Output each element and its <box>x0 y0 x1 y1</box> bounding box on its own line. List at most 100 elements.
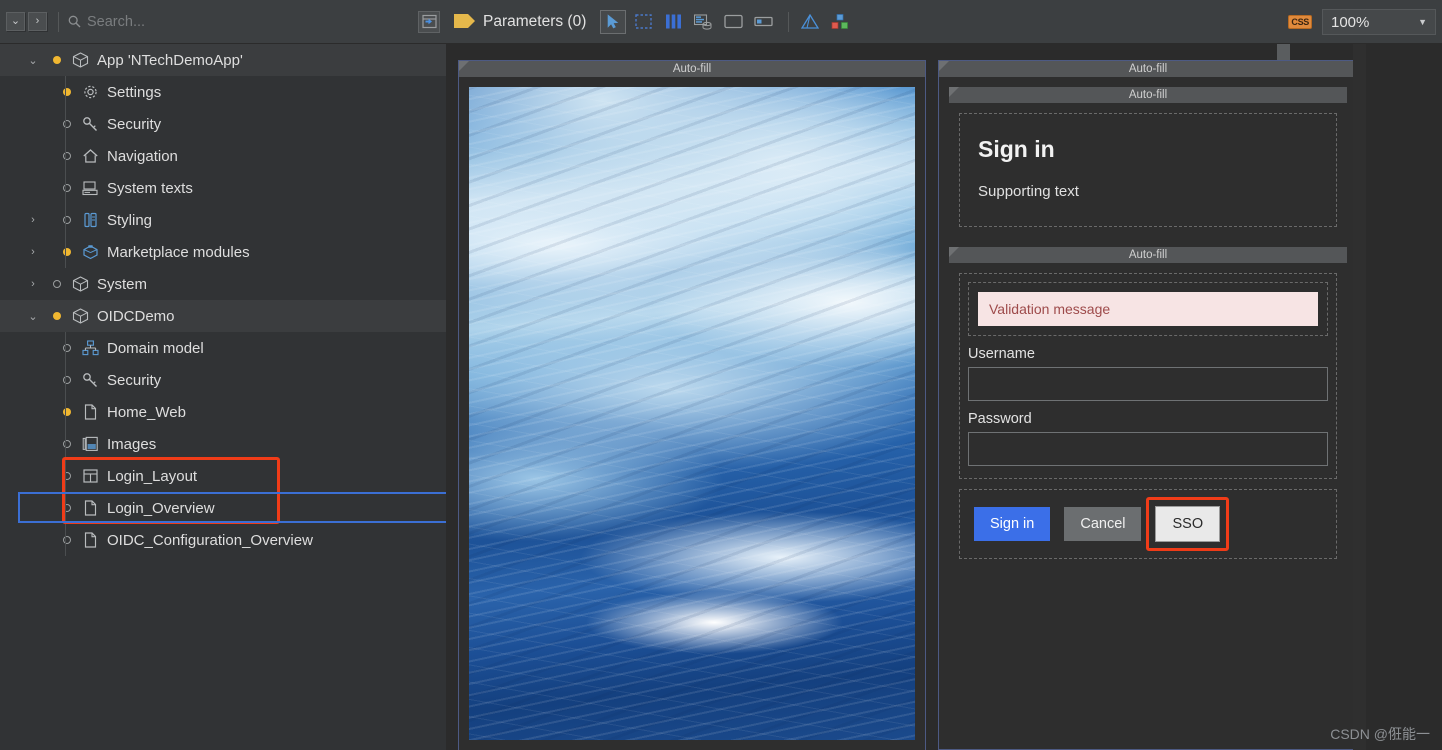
tree-item-domain-model[interactable]: Domain model <box>0 332 446 364</box>
toolbar-divider <box>788 11 790 32</box>
tree-guide-line <box>65 332 66 364</box>
status-dot-unmodified <box>62 343 72 353</box>
project-tree[interactable]: ⌄ App 'NTechDemoApp' Settings Security Navig… <box>0 44 446 750</box>
tree-item-label: Images <box>107 435 157 453</box>
status-dot-modified <box>62 247 72 257</box>
domain-model-icon <box>80 339 100 357</box>
tree-item-system[interactable]: › System <box>0 268 446 300</box>
search-icon <box>67 15 81 29</box>
page-title: Sign in <box>978 136 1055 162</box>
page-icon <box>80 531 100 549</box>
status-dot-unmodified <box>62 151 72 161</box>
tree-item-system-texts[interactable]: System texts <box>0 172 446 204</box>
tree-item-home-web[interactable]: Home_Web <box>0 396 446 428</box>
vertical-scrollbar-thumb[interactable] <box>1277 44 1290 60</box>
button-row: Sign in Cancel SSO <box>959 489 1337 559</box>
data-grid-icon[interactable] <box>690 10 716 34</box>
form-fields-block: Validation message Username Password <box>959 273 1337 479</box>
image-widget-wrapper <box>459 77 925 750</box>
project-explorer-panel: ⌄ › ⌄App 'NTechDemoApp'SettingsSecurityN <box>0 0 446 750</box>
system-texts-icon <box>80 179 100 197</box>
tree-item-marketplace-modules[interactable]: › Marketplace modules <box>0 236 446 268</box>
tree-item-label: Login_Layout <box>107 467 198 485</box>
tree-item-login-overview[interactable]: Login_Overview <box>0 492 446 524</box>
tree-guide-line <box>65 140 66 172</box>
page-icon <box>80 499 100 517</box>
cancel-button[interactable]: Cancel <box>1064 507 1142 541</box>
form-pane-body: Validation message Username Password <box>949 263 1347 489</box>
tree-guide-line <box>65 396 66 428</box>
autofill-label-bar: Auto-fill <box>949 87 1347 103</box>
sso-button[interactable]: SSO <box>1155 506 1221 542</box>
tree-item-images[interactable]: Images <box>0 428 446 460</box>
status-dot-unmodified <box>52 279 62 289</box>
tree-guide-line <box>65 428 66 460</box>
collapse-all-button[interactable]: ⌄ <box>6 12 25 31</box>
tree-item-label: Login_Overview <box>107 499 215 517</box>
home-icon <box>80 147 100 165</box>
layout-icon <box>80 467 100 485</box>
package-icon <box>70 51 90 69</box>
tree-item-styling[interactable]: › Styling <box>0 204 446 236</box>
css-badge[interactable]: CSS <box>1288 15 1312 29</box>
marquee-select-icon[interactable] <box>630 10 656 34</box>
editor-toolbar: Parameters (0) CSS 100% ▼ <box>446 0 1442 44</box>
modules-icon[interactable] <box>827 10 853 34</box>
chevron-right-icon[interactable]: › <box>26 278 40 290</box>
vertical-scrollbar-track[interactable] <box>1277 44 1366 750</box>
page-canvas[interactable]: Auto-fill Auto-fill Auto-fill Sign in Su… <box>446 44 1442 750</box>
text-box-icon[interactable] <box>750 10 776 34</box>
tree-item-label: Navigation <box>107 147 178 165</box>
autofill-label: Auto-fill <box>1128 63 1168 75</box>
header-pane-body: Sign in Supporting text <box>949 103 1347 237</box>
tree-item-label: System texts <box>107 179 193 197</box>
header-section[interactable]: Auto-fill Sign in Supporting text <box>949 87 1347 237</box>
username-label: Username <box>968 346 1035 362</box>
autofill-label: Auto-fill <box>1128 249 1168 261</box>
tree-item-settings[interactable]: Settings <box>0 76 446 108</box>
status-dot-unmodified <box>62 375 72 385</box>
styling-icon <box>80 211 100 229</box>
tree-item-login-layout[interactable]: Login_Layout <box>0 460 446 492</box>
sign-in-button[interactable]: Sign in <box>974 507 1051 541</box>
container-icon[interactable] <box>720 10 746 34</box>
username-input[interactable] <box>968 367 1328 401</box>
tree-item-security[interactable]: Security <box>0 364 446 396</box>
autofill-label: Auto-fill <box>1128 89 1168 101</box>
expand-all-button[interactable]: › <box>28 12 47 31</box>
tree-item-navigation[interactable]: Navigation <box>0 140 446 172</box>
tree-item-oidcdemo[interactable]: ⌄ OIDCDemo <box>0 300 446 332</box>
tree-item-oidc-configuration-overview[interactable]: OIDC_Configuration_Overview <box>0 524 446 556</box>
layout-region-right[interactable]: Auto-fill Auto-fill Sign in Supporting t… <box>938 60 1358 750</box>
tree-item-security[interactable]: Security <box>0 108 446 140</box>
chevron-right-icon[interactable]: › <box>26 246 40 258</box>
status-dot-modified <box>62 87 72 97</box>
parameters-label: Parameters (0) <box>483 12 587 30</box>
columns-icon[interactable] <box>660 10 686 34</box>
status-dot-unmodified <box>62 119 72 129</box>
tree-item-label: Styling <box>107 211 153 229</box>
images-icon <box>80 435 100 453</box>
chevron-right-icon[interactable]: › <box>26 214 40 226</box>
resize-corner-icon <box>939 61 949 71</box>
form-section[interactable]: Auto-fill Validation message Username Pa… <box>949 247 1347 569</box>
tree-item-app-ntechdemoapp[interactable]: ⌄ App 'NTechDemoApp' <box>0 44 446 76</box>
tree-item-label: Domain model <box>107 339 204 357</box>
zoom-control-group: CSS 100% ▼ <box>1288 9 1436 35</box>
resize-corner-icon <box>949 247 959 257</box>
pointer-select-icon[interactable] <box>600 9 627 34</box>
chevron-down-icon[interactable]: ⌄ <box>26 310 40 323</box>
tree-guide-line <box>65 172 66 204</box>
status-dot-unmodified <box>62 471 72 481</box>
flag-icon <box>454 12 476 32</box>
chevron-down-icon[interactable]: ⌄ <box>26 54 40 67</box>
explorer-search-bar: ⌄ › <box>0 0 446 44</box>
search-input[interactable] <box>87 13 418 30</box>
zoom-select[interactable]: 100% ▼ <box>1322 9 1436 35</box>
tree-item-label: App 'NTechDemoApp' <box>97 51 243 69</box>
collapse-panel-icon[interactable] <box>418 10 440 33</box>
layout-region-left[interactable]: Auto-fill <box>458 60 926 750</box>
tree-item-label: Security <box>107 371 162 389</box>
password-input[interactable] <box>968 432 1328 466</box>
pyramid-icon[interactable] <box>797 10 823 34</box>
